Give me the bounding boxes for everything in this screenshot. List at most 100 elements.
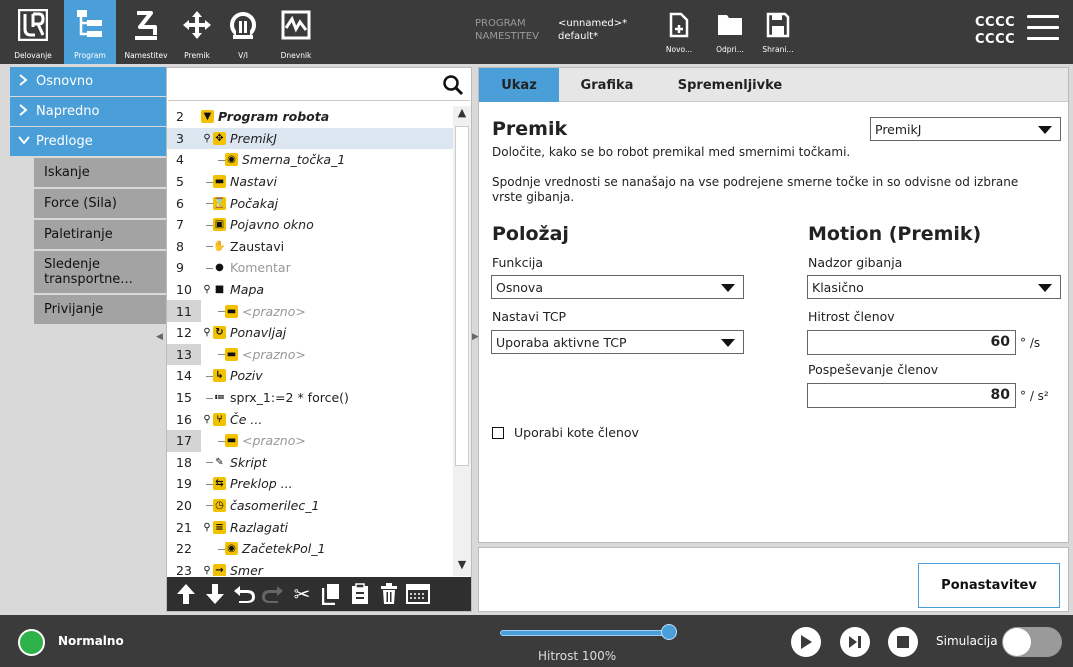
redo-icon[interactable] xyxy=(260,580,286,608)
line-number: 18 xyxy=(176,454,192,470)
reset-button[interactable]: Ponastavitev xyxy=(918,563,1060,608)
hamburger-menu-icon[interactable] xyxy=(1027,15,1059,45)
expand-pin-icon[interactable]: ⚲ xyxy=(201,284,213,295)
tree-row[interactable]: 8 ✋ Zaustavi xyxy=(167,236,453,258)
tree-row[interactable]: 23 ⚲ → Smer xyxy=(167,559,453,576)
tree-scrollbar[interactable]: ▲ ▼ xyxy=(453,106,471,576)
nav-program[interactable]: Program xyxy=(64,0,116,64)
line-number: 3 xyxy=(176,130,184,146)
expand-pin-icon[interactable]: ⚲ xyxy=(201,327,213,338)
tree-row[interactable]: 4 ◉ Smerna_točka_1 xyxy=(167,149,453,171)
move-type-select[interactable]: PremikJ xyxy=(870,117,1061,141)
tree-row[interactable]: 6 ⌛ Počakaj xyxy=(167,192,453,214)
suppress-icon[interactable] xyxy=(405,580,431,608)
io-icon xyxy=(230,12,256,40)
joint-speed-input[interactable]: 60 xyxy=(807,330,1016,355)
paste-icon[interactable] xyxy=(347,580,373,608)
tree-search-input[interactable] xyxy=(172,73,436,97)
motion-control-select[interactable]: Klasično xyxy=(807,275,1061,299)
tree-row-selected[interactable]: 3 ⚲ ✥ PremikJ xyxy=(167,127,453,150)
tree-row[interactable]: 14 ↳ Poziv xyxy=(167,365,453,387)
scroll-up-icon[interactable]: ▲ xyxy=(453,106,471,124)
move-type-value: PremikJ xyxy=(875,121,922,137)
category-napredno[interactable]: Napredno xyxy=(10,97,168,126)
step-button[interactable] xyxy=(840,627,870,657)
line-number: 12 xyxy=(176,325,192,341)
nav-vi[interactable]: V/I xyxy=(222,0,264,64)
tree-row[interactable]: 12 ⚲ ↻ Ponavljaj xyxy=(167,322,453,344)
tree-row[interactable]: 21 ⚲ ≡ Razlagati xyxy=(167,516,453,538)
speed-slider-handle[interactable] xyxy=(661,624,677,640)
tree-row[interactable]: 5 ▬ Nastavi xyxy=(167,171,453,193)
tree-row[interactable]: 20 ◷ časomerilec_1 xyxy=(167,495,453,517)
open-file-button[interactable]: Odpri... xyxy=(706,0,754,64)
category-label: Predloge xyxy=(36,134,93,149)
nav-label: Namestitev xyxy=(124,51,168,60)
tree-row[interactable]: 9 ● Komentar xyxy=(167,257,453,279)
nav-namestitev[interactable]: Namestitev xyxy=(118,0,174,64)
collapse-left-handle[interactable]: ◀ xyxy=(156,332,166,348)
tree-node-label: Če ... xyxy=(230,411,263,427)
template-paletiranje[interactable]: Paletiranje xyxy=(34,220,168,249)
search-icon[interactable] xyxy=(442,74,464,96)
tree-row[interactable]: 18 ✎ Skript xyxy=(167,452,453,474)
tree-row[interactable]: 7 ▣ Pojavno okno xyxy=(167,214,453,236)
copy-icon[interactable] xyxy=(318,580,344,608)
joint-angles-label: Uporabi kote členov xyxy=(514,425,639,440)
robot-status-text: Normalno xyxy=(58,634,124,648)
joint-angles-checkbox[interactable]: Uporabi kote členov xyxy=(492,425,639,440)
template-sledenje[interactable]: Sledenje transportne... xyxy=(34,251,168,293)
joint-accel-input[interactable]: 80 xyxy=(807,383,1016,408)
cut-icon[interactable]: ✂ xyxy=(289,580,315,608)
tree-row[interactable]: 19 ⇆ Preklop ... xyxy=(167,473,453,495)
category-predloge[interactable]: Predloge xyxy=(10,127,168,156)
category-osnovno[interactable]: Osnovno xyxy=(10,67,168,96)
tab-spremenljivke[interactable]: Spremenljivke xyxy=(665,68,795,102)
function-select[interactable]: Osnova xyxy=(491,275,744,299)
set-icon: ▬ xyxy=(213,175,226,189)
tree-row[interactable]: 15 ≔ sprx_1:=2 * force() xyxy=(167,387,453,409)
template-iskanje[interactable]: Iskanje xyxy=(34,158,168,187)
scrollbar-thumb[interactable] xyxy=(455,126,469,466)
tree-row[interactable]: 17 ▬ <prazno> xyxy=(167,429,453,452)
tcp-select[interactable]: Uporaba aktivne TCP xyxy=(491,330,744,354)
header-bar: Delovanje Program Namestitev Premik V/I … xyxy=(0,0,1073,64)
scroll-down-icon[interactable]: ▼ xyxy=(453,558,471,576)
tree-node-label: Mapa xyxy=(230,282,265,298)
tab-grafika[interactable]: Grafika xyxy=(563,68,651,102)
delete-icon[interactable] xyxy=(376,580,402,608)
template-privijanje[interactable]: Privijanje xyxy=(34,295,168,324)
nav-premik[interactable]: Premik xyxy=(176,0,218,64)
expand-pin-icon[interactable]: ⚲ xyxy=(201,522,213,533)
tree-row[interactable]: 13 ▬ <prazno> xyxy=(167,343,453,366)
simulation-toggle[interactable] xyxy=(1002,627,1062,657)
nav-dnevnik[interactable]: Dnevnik xyxy=(272,0,320,64)
expand-pin-icon[interactable]: ⚲ xyxy=(201,414,213,425)
nav-delovanje[interactable]: Delovanje xyxy=(6,0,60,64)
checkbox-box[interactable] xyxy=(492,426,504,439)
save-file-button[interactable]: Shrani... xyxy=(754,0,802,64)
speed-slider[interactable] xyxy=(500,630,670,636)
move-up-icon[interactable] xyxy=(173,580,199,608)
move-down-icon[interactable] xyxy=(202,580,228,608)
script-icon: ✎ xyxy=(213,455,226,469)
template-force[interactable]: Force (Sila) xyxy=(34,189,168,218)
new-file-button[interactable]: Novo... xyxy=(655,0,703,64)
tree-node-label: Skript xyxy=(230,454,267,470)
tree-toolbar: ✂ xyxy=(167,577,471,611)
tree-node-label: Smerna_točka_1 xyxy=(242,152,346,168)
robot-status-led[interactable] xyxy=(18,629,45,656)
undo-icon[interactable] xyxy=(231,580,257,608)
expand-pin-icon[interactable]: ⚲ xyxy=(201,565,213,576)
tree-row[interactable]: 16 ⚲ ⑂ Če ... xyxy=(167,408,453,430)
tree-row[interactable]: 2 ▼ Program robota xyxy=(167,106,453,128)
tree-row[interactable]: 10 ⚲ ■ Mapa xyxy=(167,279,453,301)
play-button[interactable] xyxy=(791,627,821,657)
stop-button[interactable] xyxy=(888,627,918,657)
tree-row[interactable]: 11 ▬ <prazno> xyxy=(167,300,453,322)
tab-ukaz[interactable]: Ukaz xyxy=(479,68,559,102)
expand-pin-icon[interactable]: ⚲ xyxy=(201,133,213,144)
tree-row[interactable]: 22 ◉ ZačetekPol_1 xyxy=(167,538,453,560)
empty-icon: ▬ xyxy=(225,347,238,361)
line-number: 6 xyxy=(176,195,184,211)
